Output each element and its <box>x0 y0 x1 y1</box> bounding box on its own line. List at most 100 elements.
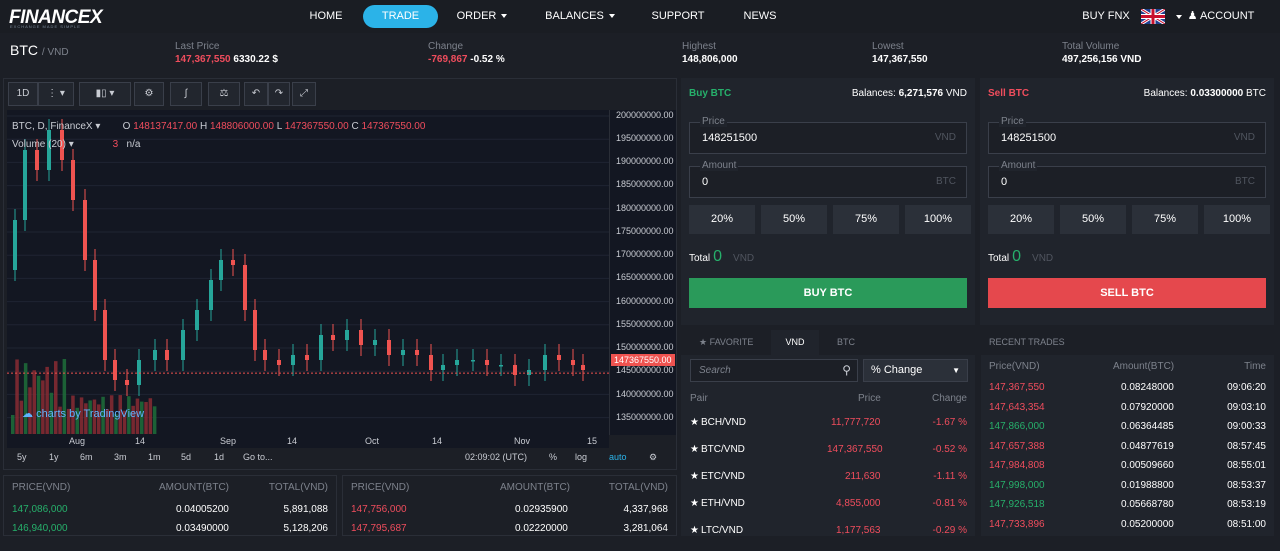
candlestick-area[interactable]: BTC, D, FinanceX ▾ O 148137417.00 H 1488… <box>7 110 609 435</box>
nav-order[interactable]: ORDER <box>452 0 512 33</box>
tradingview-watermark[interactable]: ☁ charts by TradingView <box>22 407 144 420</box>
y-tick: 195000000.00 <box>616 133 674 143</box>
market-search-input[interactable]: Search ⚲ <box>690 359 858 382</box>
candle-down <box>571 360 575 365</box>
volume-bar <box>62 359 67 435</box>
market-row[interactable]: ★ ETC/VND 211,630 -1.11 % <box>681 471 975 497</box>
nav-news[interactable]: NEWS <box>738 0 782 33</box>
nav-balances-label: BALANCES <box>545 10 604 22</box>
candle-up <box>373 340 377 345</box>
candle-up <box>345 330 349 340</box>
bid-total: 5,891,088 <box>283 504 329 515</box>
ask-price[interactable]: 147,756,000 <box>351 504 407 515</box>
h-amount: Amount(BTC) <box>1113 361 1175 372</box>
x-tick: 15 <box>587 436 598 446</box>
interval-dropdown[interactable]: ⋮ ▾ <box>38 82 74 106</box>
chart-settings-gear-icon[interactable]: ⚙ <box>649 452 657 463</box>
volume-bar <box>148 398 153 435</box>
star-icon[interactable]: ★ <box>690 525 699 536</box>
financex-logo[interactable]: FINANCEX EXCHANGE MADE SIMPLE <box>9 5 119 29</box>
trade-price: 147,367,550 <box>989 382 1045 393</box>
candle-up <box>219 260 223 280</box>
buy-pct-75-button[interactable]: 75% <box>833 205 899 234</box>
redo-icon[interactable]: ↷ <box>268 82 290 106</box>
sell-price-field[interactable]: Price 148251500 VND <box>988 116 1266 154</box>
trades-title: RECENT TRADES <box>989 337 1065 347</box>
sell-pct-100-button[interactable]: 100% <box>1204 205 1270 234</box>
time-axis[interactable]: Aug 14 Sep 14 Oct 14 Nov 15 <box>7 434 609 448</box>
fullscreen-icon[interactable]: ⤢ <box>292 82 316 106</box>
range-6m[interactable]: 6m <box>80 452 93 462</box>
tab-btc[interactable]: BTC <box>837 330 855 355</box>
chevron-down-icon <box>608 14 615 19</box>
indicators-icon[interactable]: ∫ <box>170 82 202 106</box>
compare-scale-icon[interactable]: ⚖ <box>208 82 240 106</box>
star-icon[interactable]: ★ <box>690 417 699 428</box>
interval-button[interactable]: 1D <box>8 82 38 106</box>
buy-pct-100-button[interactable]: 100% <box>905 205 971 234</box>
sell-pct-50-button[interactable]: 50% <box>1060 205 1126 234</box>
price-unit: VND <box>934 132 956 143</box>
range-1y[interactable]: 1y <box>49 452 59 462</box>
range-1m[interactable]: 1m <box>148 452 161 462</box>
change: -0.29 % <box>932 525 967 536</box>
range-1d[interactable]: 1d <box>214 452 224 462</box>
log-scale-button[interactable]: log <box>575 452 587 462</box>
nav-balances[interactable]: BALANCES <box>542 0 618 33</box>
nav-support[interactable]: SUPPORT <box>648 0 708 33</box>
nav-account[interactable]: ♟ ACCOUNT <box>1186 0 1256 52</box>
pair: LTC/VND <box>701 525 744 536</box>
chart-range-bar: 5y 1y 6m 3m 1m 5d 1d Go to... 02:09:02 (… <box>7 449 675 467</box>
buy-price-field[interactable]: Price 148251500 VND <box>689 116 967 154</box>
legend-symbol: BTC, D, FinanceX <box>12 121 93 132</box>
price-label: Price <box>999 116 1026 127</box>
pair: ETH/VND <box>701 498 745 509</box>
trade-amount: 0.08248000 <box>1121 382 1174 393</box>
total-label: Total <box>689 253 711 264</box>
range-5d[interactable]: 5d <box>181 452 191 462</box>
sell-total: Total 0 VND <box>988 248 1053 266</box>
market-row[interactable]: ★ BCH/VND 11,777,720 -1.67 % <box>681 417 975 443</box>
tab-favorite[interactable]: ★ FAVORITE <box>699 330 753 355</box>
range-5y[interactable]: 5y <box>17 452 27 462</box>
sell-pct-20-button[interactable]: 20% <box>988 205 1054 234</box>
buy-pct-50-button[interactable]: 50% <box>761 205 827 234</box>
range-3m[interactable]: 3m <box>114 452 127 462</box>
buy-pct-20-button[interactable]: 20% <box>689 205 755 234</box>
nav-home[interactable]: HOME <box>300 0 352 33</box>
price-axis[interactable]: 200000000.00 195000000.00 190000000.00 1… <box>609 110 676 435</box>
amount-label: Amount <box>999 160 1038 171</box>
h-price: Price <box>858 393 881 404</box>
tab-vnd[interactable]: VND <box>771 330 819 355</box>
nav-buy-fnx[interactable]: BUY FNX <box>1080 0 1132 33</box>
ask-price[interactable]: 147,795,687 <box>351 523 407 534</box>
sell-btc-button[interactable]: SELL BTC <box>988 278 1266 308</box>
percent-scale-button[interactable]: % <box>549 452 557 462</box>
sell-amount-field[interactable]: Amount 0 BTC <box>988 160 1266 198</box>
bid-price[interactable]: 147,086,000 <box>12 504 68 515</box>
change: -0.81 % <box>932 498 967 509</box>
goto-date-button[interactable]: Go to... <box>243 452 273 462</box>
symbol: BTC <box>10 42 38 58</box>
buy-btc-button[interactable]: BUY BTC <box>689 278 967 308</box>
market-row[interactable]: ★ ETH/VND 4,855,000 -0.81 % <box>681 498 975 524</box>
star-icon[interactable]: ★ <box>690 444 699 455</box>
nav-trade[interactable]: TRADE <box>363 5 438 28</box>
auto-scale-button[interactable]: auto <box>609 452 627 462</box>
buy-amount-field[interactable]: Amount 0 BTC <box>689 160 967 198</box>
candle-down <box>581 365 585 370</box>
chart-type-button[interactable]: ▮▯ ▾ <box>79 82 131 106</box>
settings-gear-icon[interactable]: ⚙ <box>134 82 164 106</box>
market-row[interactable]: ★ BTC/VND 147,367,550 -0.52 % <box>681 444 975 470</box>
candle-down <box>485 360 489 365</box>
candle-up <box>291 355 295 365</box>
candle-up <box>527 370 531 375</box>
bid-price[interactable]: 146,940,000 <box>12 523 68 534</box>
star-icon[interactable]: ★ <box>690 498 699 509</box>
sort-select[interactable]: % Change ▼ <box>863 359 968 382</box>
uk-flag-icon[interactable] <box>1141 9 1165 24</box>
sell-pct-75-button[interactable]: 75% <box>1132 205 1198 234</box>
undo-icon[interactable]: ↶ <box>244 82 268 106</box>
market-row[interactable]: ★ LTC/VND 1,177,563 -0.29 % <box>681 525 975 551</box>
star-icon[interactable]: ★ <box>690 471 699 482</box>
